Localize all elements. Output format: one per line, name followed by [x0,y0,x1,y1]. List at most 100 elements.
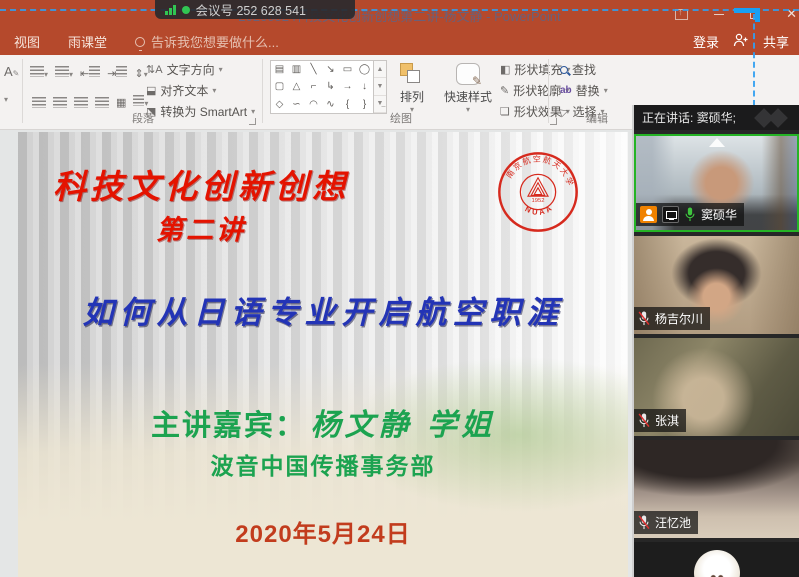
slide-speaker-line: 主讲嘉宾： 杨文静 学姐 [18,400,628,444]
participant-name-bar: 窦硕华 [636,203,744,226]
shape-rectangle[interactable]: ▭ [339,61,356,78]
shape-down-arrow[interactable]: ↓ [356,78,373,95]
justify-button[interactable] [95,97,109,108]
shape-elbow[interactable]: ⌐ [305,78,322,95]
gallery-scroll-down[interactable]: ▼ [374,78,386,95]
slide-department: 波音中国传播事务部 [18,447,628,481]
participant-name-bar: 汪忆池 [634,511,698,534]
shape-vertical-textbox[interactable]: ▥ [288,61,305,78]
slide-title: 科技文化创新创想 [46,160,356,208]
group-editing: 查找 ab 替换▾ ▷ 选择▾ 编辑 [552,55,642,129]
svg-text:NUAA: NUAA [524,203,556,217]
shape-arc[interactable]: ◠ [305,96,322,113]
group-drawing: ▤ ▥ ╲ ↘ ▭ ◯ ▢ △ ⌐ ↳ → ↓ ◇ ∽ ◠ ∿ { [266,55,544,129]
text-direction-icon: ⇅A [146,63,163,76]
shape-freeform[interactable]: ◇ [271,96,288,113]
speaking-text: 正在讲话: 窦硕华; [642,109,736,126]
shape-scribble[interactable]: ∽ [288,96,305,113]
gallery-scroll-up[interactable]: ▲ [374,61,386,78]
align-center-button[interactable] [53,97,67,108]
video-tile[interactable] [634,542,799,577]
meeting-id-badge[interactable]: 会议号 252 628 541 [155,0,355,19]
group-label-paragraph: 段落 [26,110,260,126]
tellme-label: 告诉我您想要做什么... [151,32,279,51]
shape-fill-icon: ◧ [500,63,510,76]
video-tile[interactable]: 张淇 [634,338,799,436]
align-text-button[interactable]: ⬓ 对齐文本▾ [146,82,255,99]
participant-name: 杨吉尔川 [655,310,703,327]
speaker-prefix: 主讲嘉宾： [151,410,306,442]
share-region-right-border [753,14,755,106]
align-left-button[interactable] [32,97,46,108]
arrange-icon [400,63,422,85]
slide-headline: 如何从日语专业开启航空职涯 [28,287,618,332]
lightbulb-icon [135,37,145,47]
seal-year: 1952 [531,198,544,204]
shape-right-arrow[interactable]: → [339,78,356,95]
video-tile-active-speaker[interactable]: 窦硕华 [634,134,799,232]
group-label-drawing: 绘图 [326,110,476,126]
svg-text:南京航空航天大学: 南京航空航天大学 [504,154,576,189]
avatar [694,550,740,577]
find-button[interactable]: 查找 [560,61,608,78]
status-dot-icon [182,6,190,14]
shape-arrow-line[interactable]: ↘ [322,61,339,78]
shape-triangle[interactable]: △ [288,78,305,95]
nuaa-seal-logo: 1952 南京航空航天大学 NUAA [496,150,580,234]
participant-tiles: 窦硕华 杨吉尔川 张淇 [634,134,799,577]
shape-gallery[interactable]: ▤ ▥ ╲ ↘ ▭ ◯ ▢ △ ⌐ ↳ → ↓ ◇ ∽ ◠ ∿ { [270,60,374,114]
quick-styles-button[interactable]: 快速样式 ▾ [444,63,492,114]
participant-video-off [634,542,799,577]
shape-elbow-arrow[interactable]: ↳ [322,78,339,95]
signal-bars-icon [165,5,176,15]
bullets-button[interactable]: ▾ [30,64,48,82]
meeting-id-text: 会议号 252 628 541 [196,0,307,19]
tab-rain-classroom[interactable]: 雨课堂 [54,27,121,56]
participant-name-bar: 张淇 [634,409,686,432]
sign-in-button[interactable]: 登录 [693,32,719,51]
participant-name: 汪忆池 [655,514,691,531]
shape-textbox[interactable]: ▤ [271,61,288,78]
titlebar: 20200524科技文化创新创想第二讲-杨文静 - PowerPoint ✕ [0,0,799,28]
shape-oval[interactable]: ◯ [356,61,373,78]
shape-rounded-rectangle[interactable]: ▢ [271,78,288,95]
columns-button[interactable]: ▦ [116,96,126,109]
tab-view[interactable]: 视图 [0,27,54,56]
paragraph-dialog-launcher[interactable] [249,118,256,125]
quick-styles-icon [456,63,480,85]
mic-muted-icon [638,413,650,428]
ribbon-tab-row: 视图 雨课堂 告诉我您想要做什么... 登录 共享 [0,28,799,55]
participant-name-bar: 杨吉尔川 [634,307,710,330]
person-add-icon [733,33,749,50]
text-direction-button[interactable]: ⇅A 文字方向▾ [146,61,255,78]
align-right-button[interactable] [74,97,88,108]
clear-formatting-icon[interactable]: A✎ ▾ [4,63,19,104]
slide-lecture-number: 第二讲 [46,208,356,247]
editing-dialog-launcher[interactable] [550,118,557,125]
participant-name: 窦硕华 [701,206,737,223]
decrease-indent-button[interactable]: ⇤ [80,64,100,82]
mic-muted-icon [638,515,650,530]
replace-icon: ab [560,85,572,96]
shape-effects-icon: ❏ [500,105,510,118]
slide-date: 2020年5月24日 [18,514,628,549]
minimize-button[interactable] [714,14,724,15]
tellme-box[interactable]: 告诉我您想要做什么... [135,32,279,51]
collapse-panel-arrow-icon[interactable] [709,138,725,147]
video-tile[interactable]: 杨吉尔川 [634,236,799,334]
increase-indent-button[interactable]: ⇥ [107,64,127,82]
align-text-icon: ⬓ [146,84,156,97]
share-button[interactable]: 共享 [763,32,789,51]
replace-button[interactable]: ab 替换▾ [560,82,608,99]
shape-outline-icon: ✎ [500,84,509,97]
arrange-button[interactable]: 排列 ▾ [400,63,424,114]
shape-line[interactable]: ╲ [305,61,322,78]
video-tile[interactable]: 汪忆池 [634,440,799,538]
share-region-corner-handle[interactable] [734,8,760,22]
participant-name: 张淇 [655,412,679,429]
slide-canvas[interactable]: 科技文化创新创想 第二讲 1952 南京航空航天大学 NUAA 如何从日语专业开… [18,132,628,577]
group-paragraph: ▾ ▾ ⇤ ⇥ ⇕▾ ▦ ▾ ⇅A 文字方向▾ ⬓ [26,55,260,129]
meeting-video-panel: 正在讲话: 窦硕华; 窦硕华 杨吉尔川 [632,105,799,577]
numbering-button[interactable]: ▾ [55,64,73,82]
host-icon [640,206,657,223]
